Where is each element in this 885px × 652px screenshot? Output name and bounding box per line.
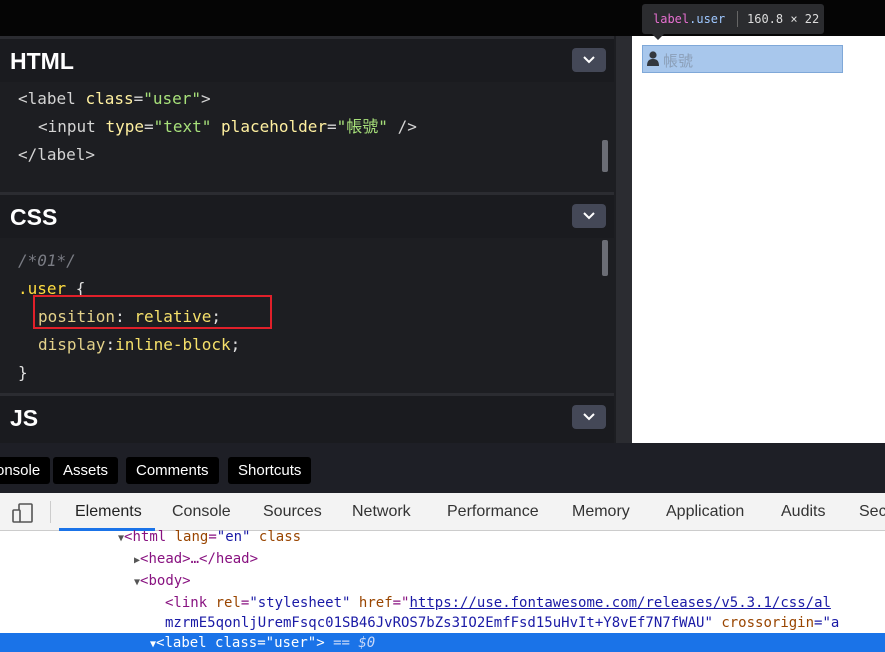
html-code-line-3: </label>	[18, 145, 96, 164]
tooltip-size: 160.8 × 22	[747, 12, 820, 26]
js-panel-header: JS	[0, 393, 614, 443]
dom-link-node-cont: mzrmE5qonljUremFsqc01SB46JvROS7bZs3IO2Em…	[165, 615, 840, 631]
html-code-area[interactable]: <label class="user"> <input type="text" …	[0, 82, 614, 192]
tab-application[interactable]: Application	[666, 503, 744, 521]
shortcuts-button[interactable]: Shortcuts	[228, 457, 312, 484]
chevron-down-icon	[583, 56, 595, 64]
assets-button[interactable]: Assets	[53, 457, 119, 484]
tab-console[interactable]: Console	[172, 503, 231, 521]
tooltip-tag: label.user	[653, 12, 726, 26]
console-button[interactable]: onsole	[0, 457, 51, 484]
fontawesome-link[interactable]: https://use.fontawesome.com/releases/v5.…	[409, 595, 830, 611]
element-tooltip: label.user 160.8 × 22	[642, 4, 824, 40]
user-icon	[647, 51, 659, 66]
html-scrollbar[interactable]	[602, 140, 608, 172]
chevron-down-icon	[583, 413, 595, 421]
css-close-brace: }	[18, 363, 28, 382]
dom-html-node[interactable]: ▼<html lang="en" class	[118, 527, 301, 549]
editor-column: HTML <label class="user"> <input type="t…	[0, 36, 616, 443]
dom-head-node[interactable]: ▶<head>…</head>	[134, 549, 258, 571]
devtools-tabbar: Elements Console Sources Network Perform…	[0, 493, 885, 531]
js-panel-title: JS	[10, 405, 39, 431]
resize-divider[interactable]	[616, 36, 632, 443]
js-collapse-button[interactable]	[572, 405, 606, 429]
dom-body-node[interactable]: ▼<body>	[134, 571, 191, 593]
css-panel-header: CSS	[0, 192, 614, 238]
tab-network[interactable]: Network	[352, 503, 411, 521]
dom-selected-row[interactable]: ▼<label class="user"> == $0	[0, 633, 885, 652]
html-code-line-1: <label class="user">	[18, 89, 211, 108]
tab-audits[interactable]: Audits	[781, 503, 825, 521]
css-comment-line: /*01*/	[18, 251, 76, 270]
html-collapse-button[interactable]	[572, 48, 606, 72]
tooltip-separator	[737, 11, 738, 27]
tab-security[interactable]: Sec	[859, 503, 885, 521]
html-panel-header: HTML	[0, 36, 614, 82]
user-input-preview[interactable]: 帳號	[642, 45, 843, 73]
css-scrollbar[interactable]	[602, 240, 608, 276]
html-code-line-2: <input type="text" placeholder="帳號" />	[38, 117, 417, 136]
tab-memory[interactable]: Memory	[572, 503, 630, 521]
preview-pane: 帳號	[632, 36, 885, 443]
html-panel-title: HTML	[10, 48, 74, 74]
tabbar-separator	[50, 501, 51, 523]
css-decl-display: display:inline-block;	[38, 335, 241, 354]
tab-elements[interactable]: Elements	[75, 503, 142, 521]
device-toggle-icon[interactable]	[12, 503, 34, 523]
highlight-box	[33, 295, 272, 329]
editor-bottom-bar: onsole Assets Comments Shortcuts	[0, 443, 885, 493]
comments-button[interactable]: Comments	[126, 457, 219, 484]
css-panel-title: CSS	[10, 204, 58, 230]
tab-sources[interactable]: Sources	[263, 503, 322, 521]
tab-performance[interactable]: Performance	[447, 503, 539, 521]
dom-link-node[interactable]: <link rel="stylesheet" href="https://use…	[165, 593, 831, 613]
dom-label-node[interactable]: ▼<label class="user"> == $0	[150, 633, 375, 652]
chevron-down-icon	[583, 212, 595, 220]
devtools-panel: Elements Console Sources Network Perform…	[0, 493, 885, 652]
user-placeholder: 帳號	[663, 53, 694, 70]
css-collapse-button[interactable]	[572, 204, 606, 228]
